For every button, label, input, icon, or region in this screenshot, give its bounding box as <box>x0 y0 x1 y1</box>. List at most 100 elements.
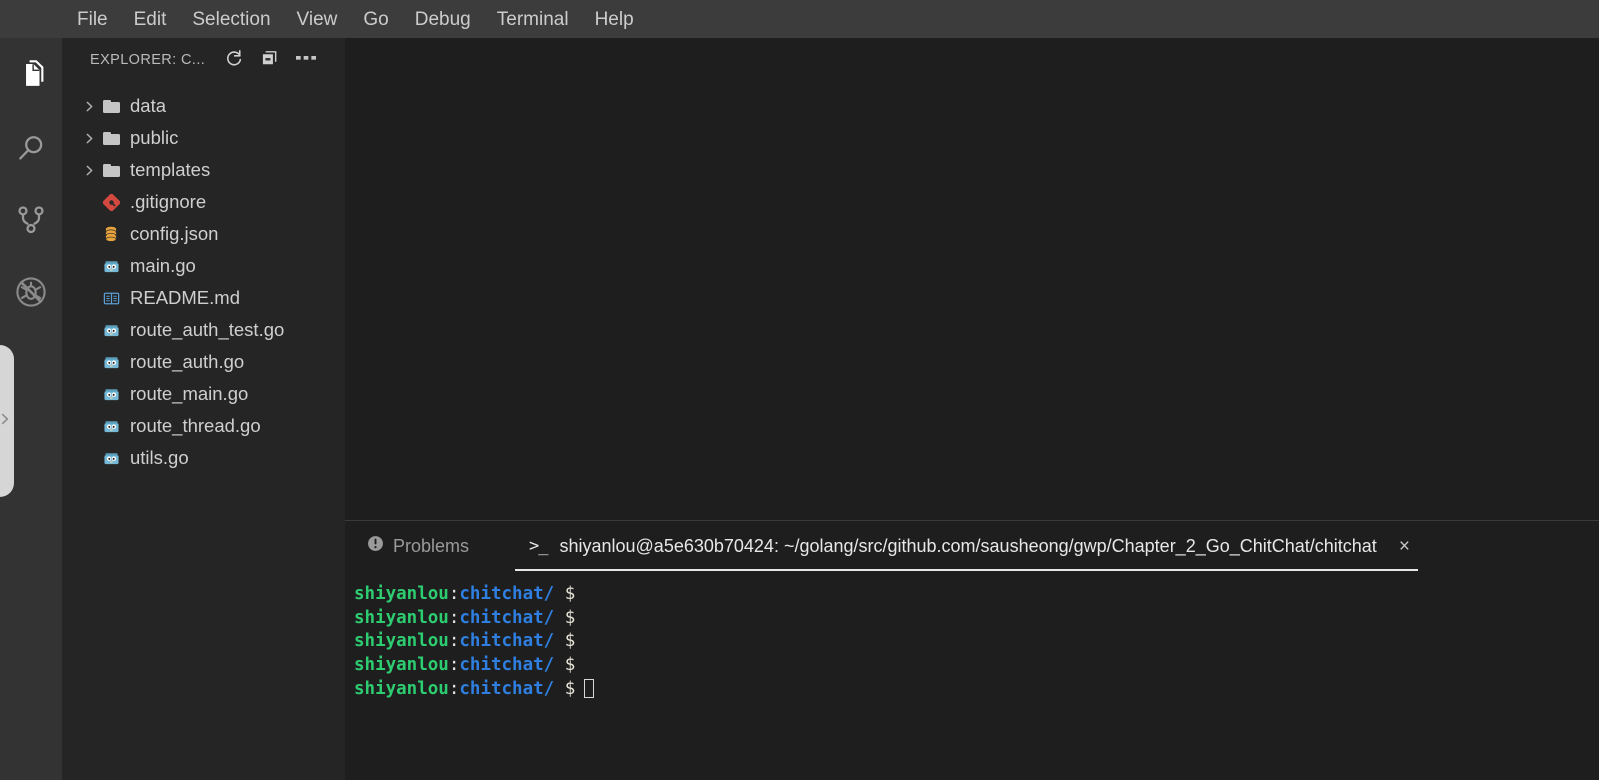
tree-item-label: main.go <box>130 255 196 276</box>
tree-item-label: route_auth_test.go <box>130 319 285 340</box>
prompt-sep: : <box>448 655 460 676</box>
folder-icon <box>100 163 122 177</box>
prompt-sep: : <box>448 607 460 628</box>
json-database-icon <box>100 226 122 243</box>
activity-item-explorer[interactable] <box>0 40 62 112</box>
prompt-path: chitchat/ <box>459 607 555 628</box>
tree-item-label: route_main.go <box>130 383 249 404</box>
tree-item-label: config.json <box>130 223 219 244</box>
prompt-path: chitchat/ <box>459 655 555 676</box>
panel-tab-bar: Problems >_ shiyanlou@a5e630b70424: ~/go… <box>345 521 1599 571</box>
prompt-user: shiyanlou <box>354 631 449 652</box>
go-gopher-icon <box>100 259 122 274</box>
menu-help[interactable]: Help <box>586 10 643 29</box>
go-gopher-icon <box>100 451 122 466</box>
markdown-book-icon <box>100 291 122 306</box>
tree-item-templates[interactable]: templates <box>62 154 345 186</box>
vscode-window: File Edit Selection View Go Debug Termin… <box>0 0 1599 780</box>
tree-item-label: public <box>130 127 179 148</box>
tree-item-label: utils.go <box>130 447 189 468</box>
tab-problems[interactable]: Problems <box>353 521 483 571</box>
menu-debug[interactable]: Debug <box>406 10 480 29</box>
tab-terminal[interactable]: >_ shiyanlou@a5e630b70424: ~/golang/src/… <box>515 521 1418 571</box>
folder-icon <box>100 99 122 113</box>
prompt-symbol: $ <box>564 607 576 628</box>
tree-item-public[interactable]: public <box>62 122 345 154</box>
prompt-symbol: $ <box>564 678 576 699</box>
activity-item-source-control[interactable] <box>0 184 62 256</box>
explorer-title: EXPLORER: C... <box>90 52 206 68</box>
terminal-line: shiyanlou:chitchat/ $ <box>354 607 1599 631</box>
chevron-right-icon[interactable] <box>78 100 100 113</box>
files-explorer-icon <box>14 59 48 93</box>
tree-item-route-auth-test-go[interactable]: route_auth_test.go <box>62 314 345 346</box>
tree-item-data[interactable]: data <box>62 90 345 122</box>
tree-item-label: README.md <box>130 287 240 308</box>
tree-item-label: templates <box>130 159 211 180</box>
menu-bar: File Edit Selection View Go Debug Termin… <box>0 0 1599 38</box>
explorer-actions <box>223 49 317 71</box>
menu-file[interactable]: File <box>68 10 117 29</box>
menu-go[interactable]: Go <box>354 10 397 29</box>
prompt-path: chitchat/ <box>459 584 555 604</box>
terminal-line-active: shiyanlou:chitchat/ $ <box>354 678 1599 702</box>
collapse-all-button[interactable] <box>259 49 281 71</box>
sidebar-edge-handle[interactable] <box>0 345 14 497</box>
tree-item-readme-md[interactable]: README.md <box>62 282 345 314</box>
git-file-icon <box>100 193 122 211</box>
prompt-sep: : <box>448 678 460 699</box>
menu-terminal[interactable]: Terminal <box>488 10 578 29</box>
menu-view[interactable]: View <box>288 10 347 29</box>
bottom-panel: Problems >_ shiyanlou@a5e630b70424: ~/go… <box>345 520 1599 780</box>
debug-disabled-icon <box>14 275 48 309</box>
prompt-symbol: $ <box>564 631 576 652</box>
go-gopher-icon <box>100 419 122 434</box>
activity-item-debug[interactable] <box>0 256 62 328</box>
tree-item-utils-go[interactable]: utils.go <box>62 442 345 474</box>
terminal-output[interactable]: shiyanlou:chitchat/ $ shiyanlou:chitchat… <box>345 571 1599 702</box>
tree-item-route-auth-go[interactable]: route_auth.go <box>62 346 345 378</box>
prompt-user: shiyanlou <box>354 584 449 604</box>
chevron-right-icon <box>0 412 12 431</box>
tree-item-gitignore[interactable]: .gitignore <box>62 186 345 218</box>
prompt-path: chitchat/ <box>459 678 555 699</box>
chevron-right-icon[interactable] <box>78 164 100 177</box>
go-gopher-icon <box>100 387 122 402</box>
prompt-user: shiyanlou <box>354 678 449 699</box>
file-tree: data public templates .gitignore config.… <box>62 82 345 474</box>
source-control-branch-icon <box>15 204 47 236</box>
tree-item-label: route_thread.go <box>130 415 261 436</box>
prompt-sep: : <box>448 631 460 652</box>
explorer-header: EXPLORER: C... <box>62 38 345 82</box>
menu-edit[interactable]: Edit <box>125 10 176 29</box>
tab-problems-label: Problems <box>393 535 470 556</box>
close-icon[interactable]: × <box>1399 537 1410 556</box>
tree-item-main-go[interactable]: main.go <box>62 250 345 282</box>
terminal-line: shiyanlou:chitchat/ $ <box>354 630 1599 654</box>
prompt-user: shiyanlou <box>354 655 449 676</box>
active-tab-indicator <box>515 569 1418 571</box>
tree-item-route-main-go[interactable]: route_main.go <box>62 378 345 410</box>
more-actions-button[interactable] <box>295 49 317 71</box>
refresh-icon <box>224 48 244 73</box>
prompt-symbol: $ <box>564 584 576 604</box>
go-gopher-icon <box>100 323 122 338</box>
terminal-cursor <box>584 678 595 698</box>
search-icon <box>15 132 47 164</box>
warning-circle-icon <box>367 535 384 557</box>
chevron-right-icon[interactable] <box>78 132 100 145</box>
collapse-all-icon <box>260 48 280 73</box>
tree-item-label: route_auth.go <box>130 351 245 372</box>
menu-selection[interactable]: Selection <box>183 10 279 29</box>
go-gopher-icon <box>100 355 122 370</box>
tree-item-config-json[interactable]: config.json <box>62 218 345 250</box>
activity-item-search[interactable] <box>0 112 62 184</box>
terminal-line: shiyanlou:chitchat/ $ <box>354 654 1599 678</box>
explorer-sidebar: EXPLORER: C... data public templates .gi… <box>62 38 345 780</box>
prompt-symbol: $ <box>564 655 576 676</box>
folder-icon <box>100 131 122 145</box>
refresh-button[interactable] <box>223 49 245 71</box>
prompt-sep: : <box>448 584 460 604</box>
tree-item-label: .gitignore <box>130 191 207 212</box>
tree-item-route-thread-go[interactable]: route_thread.go <box>62 410 345 442</box>
